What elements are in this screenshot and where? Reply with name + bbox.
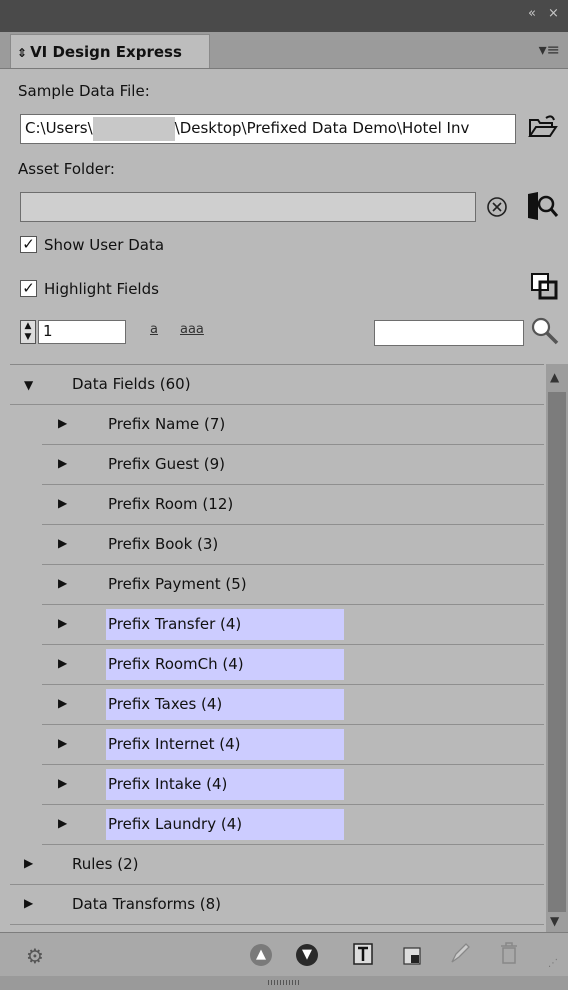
collapsed-triangle-icon[interactable]: ▶ [58,496,67,510]
pen-icon [448,940,472,970]
bottom-toolbar [0,932,568,977]
tree-child-row[interactable]: ▶ Prefix Room (12) [42,485,544,525]
tree-child-label-highlighted: Prefix Intake (4) [106,769,344,800]
tree-node-label: Data Transforms (8) [72,895,222,913]
grip-dots-icon [268,980,300,985]
record-stepper[interactable]: ▲ ▼ [20,320,36,344]
settings-gear-icon[interactable]: ⚙ [26,944,44,968]
redacted-segment [92,116,175,141]
search-input[interactable] [374,320,524,346]
panel-menu-icon[interactable]: ▾≡ [539,40,560,59]
data-tree: ▼ Data Fields (60) ▶ Prefix Name (7) ▶ P… [10,364,544,933]
panel-resize-handle[interactable] [0,976,568,990]
text-field-icon[interactable] [352,942,374,970]
show-user-data-label: Show User Data [44,236,165,254]
tree-child-label-highlighted: Prefix Laundry (4) [106,809,344,840]
collapsed-triangle-icon[interactable]: ▶ [58,656,67,670]
tree-child-row[interactable]: ▶ Prefix Name (7) [42,405,544,445]
tree-child-label-highlighted: Prefix Taxes (4) [106,689,344,720]
collapsed-triangle-icon[interactable]: ▶ [58,736,67,750]
scrollbar-thumb[interactable] [548,392,566,912]
tree-child-row[interactable]: ▶ Prefix Guest (9) [42,445,544,485]
tree-child-row[interactable]: ▶ Prefix RoomCh (4) [42,645,544,685]
path-suffix: \Desktop\Prefixed Data Demo\Hotel Inv [174,119,470,137]
collapsed-triangle-icon[interactable]: ▶ [58,696,67,710]
path-prefix: C:\Users\ [25,119,93,137]
tree-child-row[interactable]: ▶ Prefix Internet (4) [42,725,544,765]
collapsed-triangle-icon[interactable]: ▶ [58,776,67,790]
layers-icon[interactable] [530,272,558,304]
collapsed-triangle-icon[interactable]: ▶ [24,896,33,910]
tree-child-row[interactable]: ▶ Prefix Payment (5) [42,565,544,605]
show-user-data-checkbox[interactable]: ✓ [20,236,37,253]
expanded-triangle-icon[interactable]: ▼ [24,378,33,392]
image-frame-icon[interactable] [402,946,422,970]
move-up-icon[interactable]: ▲ [250,944,272,966]
collapsed-triangle-icon[interactable]: ▶ [58,616,67,630]
tree-child-row[interactable]: ▶ Prefix Intake (4) [42,765,544,805]
tree-node-rules[interactable]: ▶ Rules (2) [10,845,544,885]
tree-child-label: Prefix Payment (5) [108,575,247,593]
tree-child-row[interactable]: ▶ Prefix Taxes (4) [42,685,544,725]
tree-child-label: Prefix Room (12) [108,495,234,513]
collapsed-triangle-icon[interactable]: ▶ [58,416,67,430]
tab-label: VI Design Express [30,43,182,61]
scroll-up-arrow-icon[interactable]: ▲ [550,370,559,384]
record-number-input[interactable]: 1 [38,320,126,344]
tree-child-label: Prefix Guest (9) [108,455,226,473]
asset-folder-label: Asset Folder: [18,160,115,178]
open-folder-icon[interactable] [528,112,558,146]
resize-grip-icon[interactable]: ⋰ [548,958,558,969]
tree-node-label: Data Fields (60) [72,375,191,393]
highlight-fields-label: Highlight Fields [44,280,159,298]
tree-child-label-highlighted: Prefix RoomCh (4) [106,649,344,680]
tab-vi-design-express[interactable]: ⇕ VI Design Express [10,34,210,68]
expand-collapse-icon: ⇕ [17,46,28,60]
tree-child-row[interactable]: ▶ Prefix Transfer (4) [42,605,544,645]
search-icon[interactable] [530,316,560,350]
sample-data-file-input[interactable]: C:\Users\ \Desktop\Prefixed Data Demo\Hot… [20,114,516,144]
asset-folder-input[interactable] [20,192,476,222]
sample-data-file-label: Sample Data File: [18,82,150,100]
tree-child-label: Prefix Book (3) [108,535,219,553]
tree-child-row[interactable]: ▶ Prefix Laundry (4) [42,805,544,845]
collapsed-triangle-icon[interactable]: ▶ [58,536,67,550]
folder-search-icon[interactable] [526,190,560,226]
collapse-icon[interactable]: « [528,6,537,21]
case-multi-button[interactable]: aaa [180,322,204,337]
tree-child-label-highlighted: Prefix Transfer (4) [106,609,344,640]
panel-title-bar: « × [0,0,568,32]
close-icon[interactable]: × [548,6,560,21]
collapsed-triangle-icon[interactable]: ▶ [58,576,67,590]
tree-node-data-fields[interactable]: ▼ Data Fields (60) [10,365,544,405]
tree-child-label-highlighted: Prefix Internet (4) [106,729,344,760]
collapsed-triangle-icon[interactable]: ▶ [58,456,67,470]
case-lower-button[interactable]: a [150,322,158,337]
tree-child-label: Prefix Name (7) [108,415,226,433]
collapsed-triangle-icon[interactable]: ▶ [24,856,33,870]
highlight-fields-checkbox[interactable]: ✓ [20,280,37,297]
move-down-icon[interactable]: ▼ [296,944,318,966]
tree-node-label: Rules (2) [72,855,139,873]
collapsed-triangle-icon[interactable]: ▶ [58,816,67,830]
tree-node-data-transforms[interactable]: ▶ Data Transforms (8) [10,885,544,925]
clear-circle-x-icon[interactable] [486,196,508,222]
tree-child-row[interactable]: ▶ Prefix Book (3) [42,525,544,565]
trash-icon [498,940,520,970]
scroll-down-arrow-icon[interactable]: ▼ [550,914,559,928]
